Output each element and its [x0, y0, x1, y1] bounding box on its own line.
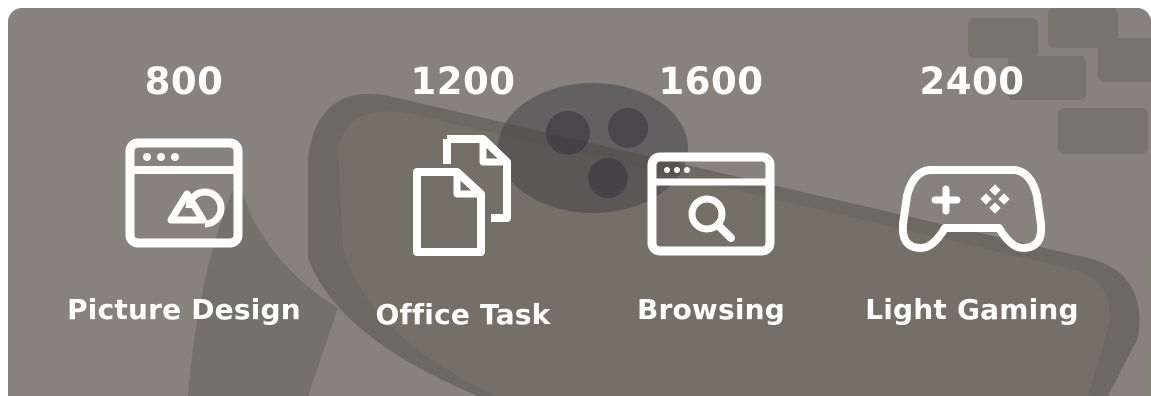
wattage-value: 800 [144, 60, 224, 103]
wattage-value: 1600 [658, 60, 764, 103]
feature-banner: 800 Picture Design 1200 Office Task 1600 [8, 8, 1151, 396]
feature-label: Light Gaming [865, 293, 1079, 326]
gamepad-icon [899, 166, 1045, 252]
browser-search-icon [647, 152, 775, 256]
feature-label: Browsing [636, 293, 786, 326]
feature-label: Picture Design [67, 293, 301, 326]
documents-icon [413, 135, 511, 256]
picture-design-icon [125, 138, 243, 248]
wattage-value: 2400 [919, 60, 1025, 103]
